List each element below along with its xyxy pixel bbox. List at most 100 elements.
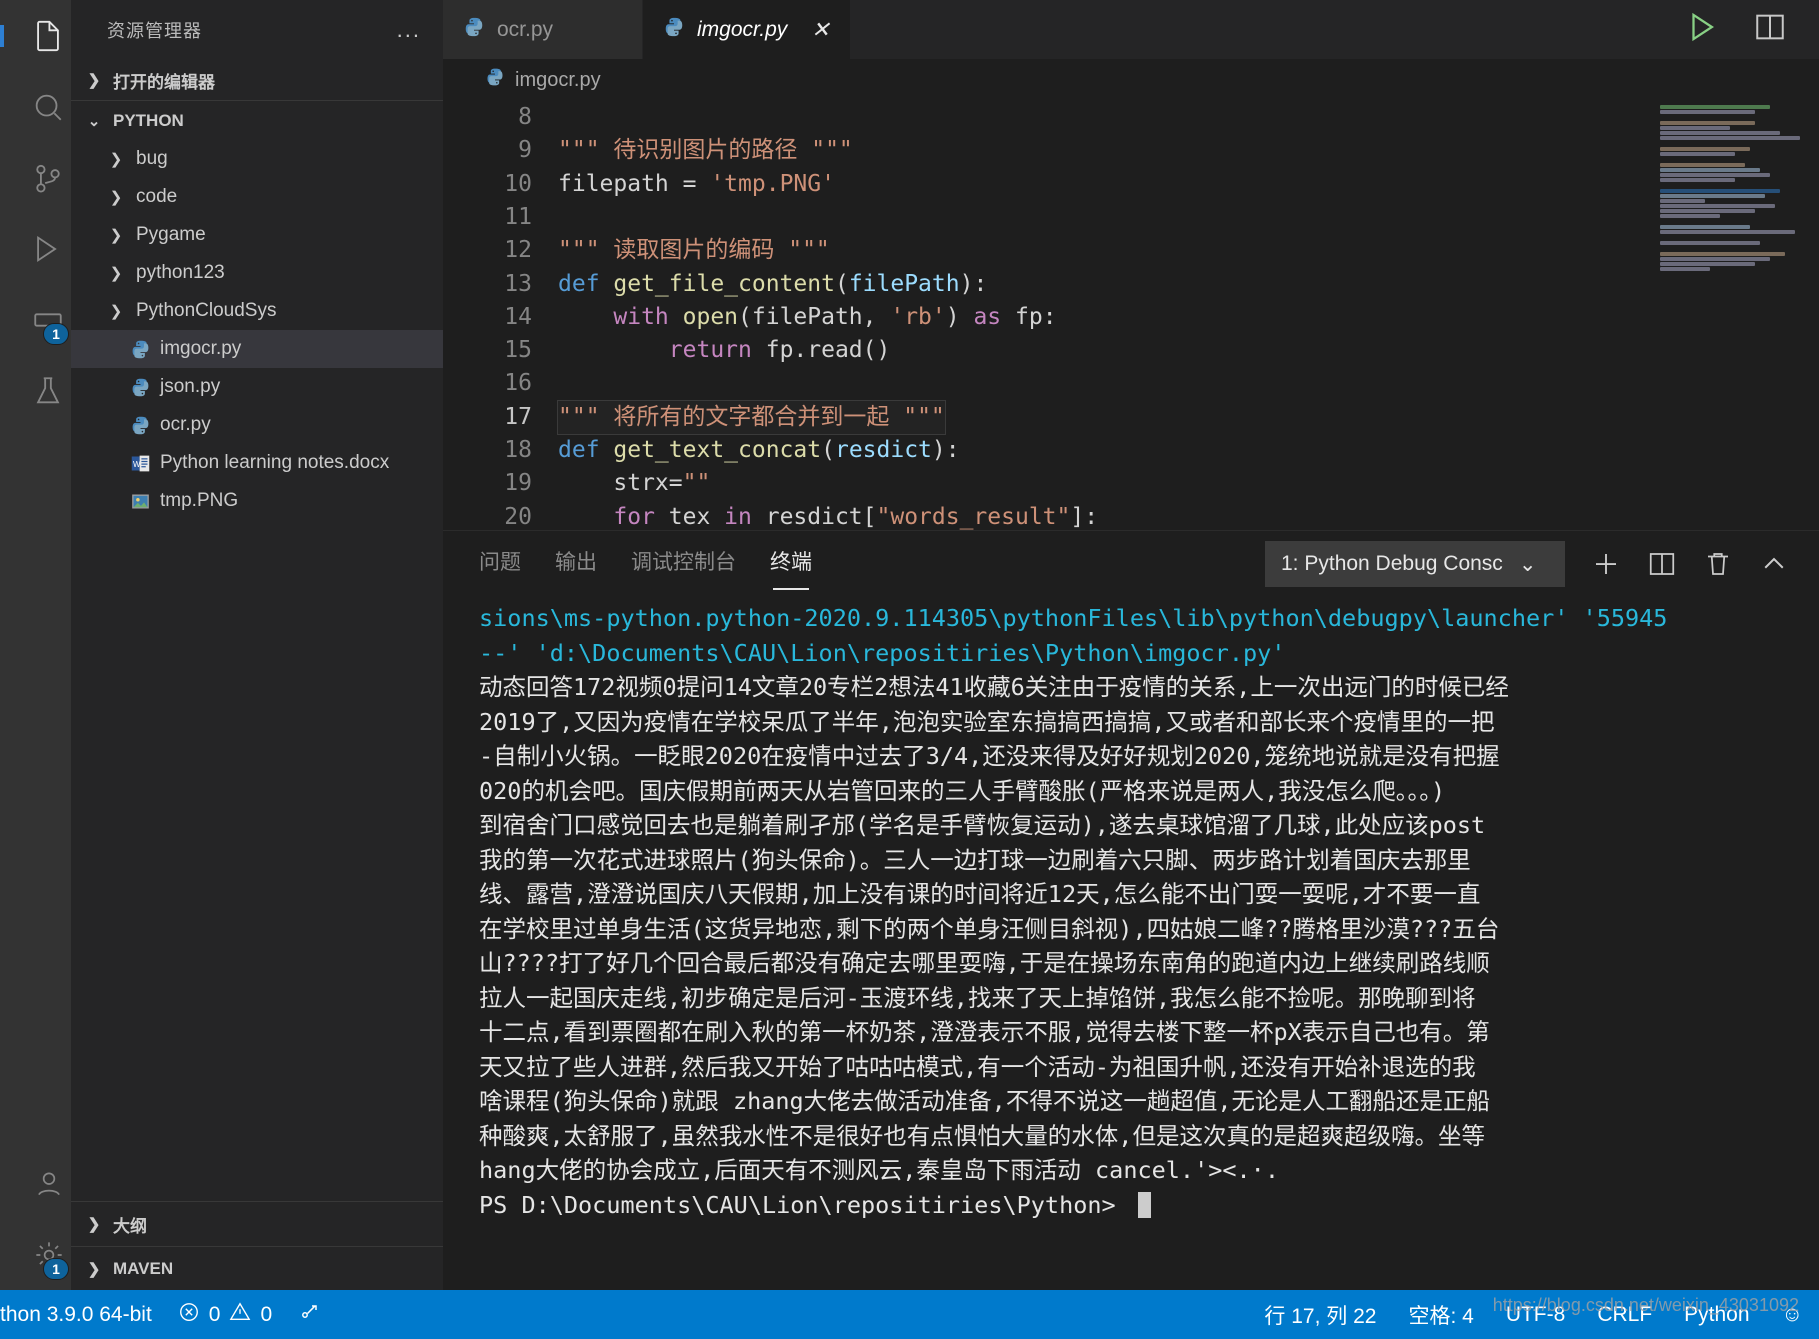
section-workspace-label: PYTHON xyxy=(113,110,184,130)
word-file-icon: W xyxy=(129,452,151,474)
line-number: 13 xyxy=(504,270,532,297)
tree-item-label: json.py xyxy=(160,376,221,397)
code-token: def xyxy=(558,270,614,297)
terminal-output[interactable]: sions\ms-python.python-2020.9.114305\pyt… xyxy=(443,597,1819,1290)
code-line[interactable]: 17 """ 将所有的文字都合并到一起 """ xyxy=(443,399,1819,436)
new-terminal-button[interactable] xyxy=(1591,549,1621,579)
status-eol[interactable]: CRLF xyxy=(1597,1303,1652,1327)
close-icon[interactable]: ✕ xyxy=(811,17,829,43)
code-line[interactable]: 9 """ 待识别图片的路径 """ xyxy=(443,134,1819,167)
status-cursor-position[interactable]: 行 17, 列 22 xyxy=(1264,1300,1376,1330)
section-maven[interactable]: ❯ MAVEN xyxy=(71,1246,443,1290)
activity-item-run-debug[interactable] xyxy=(0,213,71,284)
code-token: fp: xyxy=(1015,303,1057,330)
tree-item-tmp-png[interactable]: tmp.PNG xyxy=(71,482,443,520)
tab-ocr-py[interactable]: ocr.py xyxy=(443,0,643,60)
code-line[interactable]: 14 with open(filePath, 'rb') as fp: xyxy=(443,301,1819,334)
run-debug-icon xyxy=(31,232,65,266)
code-line[interactable]: 13 def get_file_content(filePath): xyxy=(443,268,1819,301)
tree-item-code[interactable]: ❯ code xyxy=(71,178,443,216)
code-token: resdict xyxy=(834,437,932,464)
status-remote-indicator[interactable] xyxy=(298,1300,322,1330)
minimap-line xyxy=(1660,163,1745,168)
terminal-line: 动态回答172视频0提问14文章20专栏2想法41收藏6关注由于疫情的关系,上一… xyxy=(479,673,1509,701)
code-text: """ 将所有的文字都合并到一起 """ xyxy=(557,399,946,436)
play-icon[interactable] xyxy=(1685,10,1719,49)
files-icon xyxy=(31,19,65,53)
tree-item-imgocr-py[interactable]: imgocr.py xyxy=(71,330,443,368)
tree-item-python-learning-notes-docx[interactable]: W Python learning notes.docx xyxy=(71,444,443,482)
split-terminal-button[interactable] xyxy=(1647,549,1677,579)
section-workspace-python[interactable]: ⌄ PYTHON xyxy=(71,100,443,140)
split-editor-icon[interactable] xyxy=(1753,10,1787,49)
activity-item-accounts[interactable] xyxy=(0,1148,71,1219)
code-token: = xyxy=(682,170,711,197)
section-open-editors[interactable]: ❯ 打开的编辑器 xyxy=(71,60,443,100)
code-editor[interactable]: 8 9 """ 待识别图片的路径 """ 10 filepath = 'tmp.PNG… xyxy=(443,101,1819,530)
terminal-line: 种酸爽,太舒服了,虽然我水性不是很好也有点惧怕大量的水体,但是这次真的是超爽超级… xyxy=(479,1121,1485,1150)
activity-item-extensions[interactable]: 1 xyxy=(0,284,71,355)
panel-tab-debug-console[interactable]: 调试控制台 xyxy=(631,546,736,582)
terminal-line: 天又拉了些人进群,然后我又开始了咕咕咕模式,有一个活动-为祖国升帆,还没有开始补… xyxy=(479,1052,1476,1081)
code-line[interactable]: 12 """ 读取图片的编码 """ xyxy=(443,234,1819,267)
tree-item-pygame[interactable]: ❯ Pygame xyxy=(71,216,443,254)
line-number: 15 xyxy=(504,337,532,364)
error-icon xyxy=(178,1301,200,1329)
code-line[interactable]: 20 for tex in resdict["words_result"]: xyxy=(443,501,1819,530)
code-line[interactable]: 19 strx="" xyxy=(443,467,1819,500)
tree-item-ocr-py[interactable]: ocr.py xyxy=(71,406,443,444)
code-line[interactable]: 15 return fp.read() xyxy=(443,334,1819,367)
account-icon xyxy=(33,1168,65,1200)
terminal-selector-dropdown[interactable]: 1: Python Debug Consc ⌄ xyxy=(1265,541,1565,587)
editor-actions xyxy=(1685,0,1819,59)
activity-item-explorer[interactable] xyxy=(0,0,71,71)
code-token: ]: xyxy=(1070,503,1099,530)
tree-item-pythoncloudsys[interactable]: ❯ PythonCloudSys xyxy=(71,292,443,330)
activity-item-source-control[interactable] xyxy=(0,142,71,213)
minimap-line xyxy=(1660,126,1730,131)
status-problems[interactable]: 0 0 xyxy=(178,1301,272,1329)
minimap-line xyxy=(1660,168,1760,173)
collapse-panel-button[interactable] xyxy=(1759,549,1789,579)
chevron-down-icon: ⌄ xyxy=(1518,552,1537,576)
section-open-editors-label: 打开的编辑器 xyxy=(113,72,215,92)
minimap[interactable] xyxy=(1654,101,1819,530)
tree-item-bug[interactable]: ❯ bug xyxy=(71,140,443,178)
tree-item-json-py[interactable]: json.py xyxy=(71,368,443,406)
panel-tab-terminal[interactable]: 终端 xyxy=(770,546,812,582)
minimap-line xyxy=(1660,241,1760,246)
panel-tab-problems[interactable]: 问题 xyxy=(479,546,521,582)
kill-terminal-button[interactable] xyxy=(1703,549,1733,579)
code-line[interactable]: 16 xyxy=(443,367,1819,400)
status-indentation[interactable]: 空格: 4 xyxy=(1408,1300,1473,1330)
code-token: fp.read() xyxy=(765,337,891,364)
tab-imgocr-py[interactable]: imgocr.py ✕ xyxy=(643,0,851,60)
code-line[interactable]: 11 xyxy=(443,201,1819,234)
activity-item-settings[interactable]: 1 xyxy=(0,1219,71,1290)
line-number: 9 xyxy=(518,137,532,164)
status-python-interpreter[interactable]: thon 3.9.0 64-bit xyxy=(0,1303,152,1327)
status-bar: thon 3.9.0 64-bit 0 0 行 17, 列 22 空格: 4 U… xyxy=(0,1290,1819,1339)
status-feedback-icon[interactable]: ☺ xyxy=(1782,1303,1803,1327)
warning-count: 0 xyxy=(260,1302,273,1326)
bottom-panel: 问题 输出 调试控制台 终端 1: Python Debug Consc ⌄ s… xyxy=(443,530,1819,1290)
tree-item-label: PythonCloudSys xyxy=(136,300,277,321)
code-line[interactable]: 18 def get_text_concat(resdict): xyxy=(443,434,1819,467)
code-token: strx= xyxy=(558,470,683,497)
sidebar-more-actions-button[interactable]: ... xyxy=(397,19,421,41)
tree-item-python123[interactable]: ❯ python123 xyxy=(71,254,443,292)
code-line[interactable]: 8 xyxy=(443,101,1819,134)
breadcrumb-label: imgocr.py xyxy=(515,68,601,91)
section-outline[interactable]: ❯ 大纲 xyxy=(71,1202,443,1246)
activity-item-search[interactable] xyxy=(0,71,71,142)
status-encoding[interactable]: UTF-8 xyxy=(1506,1303,1566,1327)
panel-tab-output[interactable]: 输出 xyxy=(555,546,597,582)
image-file-icon xyxy=(129,490,151,512)
code-token: for xyxy=(613,503,669,530)
code-line[interactable]: 10 filepath = 'tmp.PNG' xyxy=(443,168,1819,201)
activity-item-testing[interactable] xyxy=(0,355,71,426)
status-language-mode[interactable]: Python xyxy=(1684,1303,1749,1327)
explorer-sidebar: 资源管理器 ... ❯ 打开的编辑器 ⌄ PYTHON ❯ bug ❯ code… xyxy=(71,0,443,1290)
breadcrumb[interactable]: imgocr.py xyxy=(443,59,1819,102)
